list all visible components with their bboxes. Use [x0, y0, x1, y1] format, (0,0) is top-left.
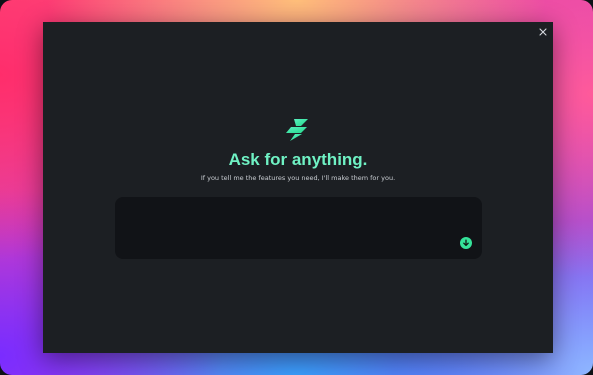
arrow-down-circle-icon [463, 239, 469, 247]
lightning-bolt-icon [286, 119, 308, 141]
close-button[interactable] [537, 26, 549, 38]
page-subtitle: If you tell me the features you need, I'… [200, 174, 396, 182]
page-title: Ask for anything. [228, 150, 368, 169]
desktop-background: Ask for anything. If you tell me the fea… [0, 0, 593, 375]
app-window: Ask for anything. If you tell me the fea… [43, 22, 553, 353]
prompt-input[interactable] [125, 205, 454, 255]
submit-button[interactable] [460, 237, 472, 249]
prompt-box [115, 197, 482, 259]
close-icon [539, 28, 547, 36]
